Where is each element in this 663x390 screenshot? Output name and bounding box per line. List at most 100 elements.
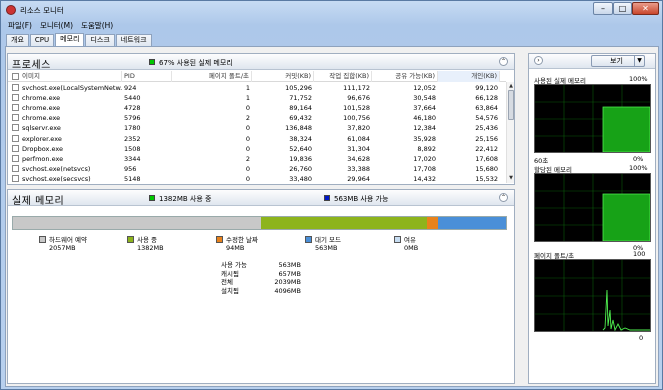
legend-free: 여유 0MB [394, 236, 418, 252]
row-checkbox[interactable] [12, 94, 19, 102]
menu-help[interactable]: 도움말(H) [81, 20, 113, 32]
cell-4: 31,304 [347, 144, 370, 153]
scroll-up-icon[interactable]: ▲ [508, 83, 514, 89]
cell-3: 33,480 [289, 174, 312, 183]
expand-graphs-icon[interactable]: › [534, 56, 543, 65]
row-checkbox[interactable] [12, 104, 19, 112]
maximize-button[interactable]: □ [613, 2, 632, 15]
tab-memory[interactable]: 메모리 [55, 33, 85, 46]
row-checkbox[interactable] [12, 124, 19, 132]
cell-5: 12,052 [413, 84, 436, 92]
cell-2: 1 [245, 84, 250, 92]
row-checkbox[interactable] [12, 144, 19, 152]
table-row[interactable]: sqlservr.exe 1780 0 136,848 37,820 12,384 25,4… [8, 123, 506, 133]
table-row[interactable]: Dropbox.exe 1508 0 52,640 31,304 8,892 22,412 [8, 144, 506, 154]
row-checkbox[interactable] [12, 154, 19, 162]
table-row[interactable]: perfmon.exe 3344 2 19,836 34,628 17,020 17,608 [8, 154, 506, 164]
physical-memory-header[interactable]: 실제 메모리 1382MB 사용 중 563MB 사용 가능 ⌃ [8, 190, 514, 207]
title-bar: 리소스 모니터 – □ ✕ [1, 1, 662, 19]
cell-0: svchost.exe(LocalSystemNetw... [22, 84, 122, 92]
modified-value: 94MB [226, 244, 245, 252]
cell-3: 89,164 [289, 104, 312, 113]
cell-3: 38,324 [289, 134, 312, 143]
col-image[interactable]: 이미지 [20, 71, 122, 82]
table-row[interactable]: svchost.exe(netsvcs) 956 0 26,760 33,388 17,7… [8, 164, 506, 174]
cell-0: svchost.exe(netsvcs) [22, 164, 91, 173]
legend-hardware-reserved: 하드웨어 예약 2057MB [39, 236, 87, 252]
graph1-max: 100% [629, 75, 648, 83]
memory-tab-content: 프로세스 67% 사용된 실제 메모리 ⌃ 이미지 PID 페이지 폴트/초 커… [5, 46, 659, 387]
cell-6: 22,412 [475, 144, 498, 153]
table-row[interactable]: chrome.exe 5440 1 71,752 96,676 30,548 66,128 [8, 93, 506, 103]
select-all-checkbox[interactable] [12, 73, 19, 80]
col-shareable[interactable]: 공유 가능(KB) [372, 71, 438, 82]
cell-0: Dropbox.exe [22, 144, 63, 153]
collapse-icon[interactable]: ⌃ [499, 57, 508, 66]
standby-swatch [305, 236, 312, 243]
row-checkbox[interactable] [12, 114, 19, 122]
cell-6: 25,436 [475, 124, 498, 133]
table-row[interactable]: chrome.exe 5796 2 69,432 100,756 46,180 54,576 [8, 113, 506, 123]
physical-memory-title: 실제 메모리 [12, 196, 65, 207]
col-pid[interactable]: PID [122, 71, 172, 82]
processes-table: 이미지 PID 페이지 폴트/초 커밋(KB) 작업 집합(KB) 공유 가능(… [8, 71, 506, 184]
row-checkbox[interactable] [12, 134, 19, 142]
cell-0: svchost.exe(secsvcs) [22, 174, 91, 183]
memory-stats: 사용 가능 563MB 캐시됨 657MB 전체 2039MB 설치됨 4096MB [221, 261, 301, 295]
hard-faults-graph [534, 259, 651, 332]
cell-0: chrome.exe [22, 94, 61, 103]
tab-cpu[interactable]: CPU [29, 34, 55, 46]
bar-segment-0 [13, 217, 261, 229]
bar-segment-3 [438, 217, 506, 229]
table-row[interactable]: svchost.exe(secsvcs) 5148 0 33,480 29,964 14,… [8, 174, 506, 184]
committed-memory-graph [534, 173, 651, 242]
available-legend-icon [324, 195, 330, 201]
cell-2: 0 [245, 144, 250, 153]
cell-3: 52,640 [289, 144, 312, 153]
col-private[interactable]: 개인(KB) [438, 71, 500, 82]
cell-0: sqlservr.exe [22, 124, 61, 133]
cell-0: explorer.exe [22, 134, 62, 143]
cell-2: 0 [245, 174, 250, 183]
stat-total-value: 2039MB [274, 278, 301, 286]
cell-2: 0 [245, 104, 250, 113]
cell-4: 111,172 [343, 84, 370, 92]
cell-5: 14,432 [413, 174, 436, 183]
stat-installed-label: 설치됨 [221, 286, 239, 295]
row-checkbox[interactable] [12, 84, 19, 91]
cell-1: 5440 [124, 94, 141, 103]
cell-6: 54,576 [475, 114, 498, 123]
stat-total-label: 전체 [221, 278, 233, 286]
processes-pane: 프로세스 67% 사용된 실제 메모리 ⌃ 이미지 PID 페이지 폴트/초 커… [7, 53, 515, 185]
row-checkbox[interactable] [12, 174, 19, 182]
minimize-button[interactable]: – [593, 2, 613, 15]
used-memory-graph [534, 84, 651, 153]
tab-disk[interactable]: 디스크 [85, 34, 115, 46]
tab-network[interactable]: 네트워크 [115, 34, 152, 46]
col-page-faults[interactable]: 페이지 폴트/초 [172, 71, 252, 82]
processes-title: 프로세스 [12, 60, 51, 71]
menu-monitor[interactable]: 모니터(M) [40, 20, 73, 32]
processes-header[interactable]: 프로세스 67% 사용된 실제 메모리 ⌃ [8, 54, 514, 71]
cell-6: 63,864 [475, 104, 498, 113]
table-row[interactable]: chrome.exe 4728 0 89,164 101,528 37,664 63,864 [8, 103, 506, 113]
bar-segment-2 [426, 217, 439, 229]
hardware-reserved-swatch [39, 236, 46, 243]
collapse-icon[interactable]: ⌃ [499, 193, 508, 202]
stat-cached-value: 657MB [278, 269, 301, 278]
views-dropdown[interactable]: 보기 ▼ [591, 55, 645, 67]
col-working-set[interactable]: 작업 집합(KB) [314, 71, 372, 82]
scroll-down-icon[interactable]: ▼ [508, 175, 514, 181]
scrollbar-thumb[interactable] [508, 90, 514, 120]
close-button[interactable]: ✕ [632, 2, 659, 15]
cell-1: 2352 [124, 134, 141, 143]
processes-scrollbar[interactable]: ▲ ▼ [506, 82, 514, 183]
col-commit[interactable]: 커밋(KB) [252, 71, 314, 82]
table-row[interactable]: explorer.exe 2352 0 38,324 61,084 35,928 25,15… [8, 134, 506, 144]
row-checkbox[interactable] [12, 164, 19, 172]
menu-file[interactable]: 파일(F) [8, 20, 32, 32]
graphs-toolbar: › 보기 ▼ [529, 54, 655, 69]
table-row[interactable]: svchost.exe(LocalSystemNetw... 924 1 105,29… [8, 83, 506, 93]
tab-overview[interactable]: 개요 [6, 34, 29, 46]
cell-4: 34,628 [347, 154, 370, 163]
